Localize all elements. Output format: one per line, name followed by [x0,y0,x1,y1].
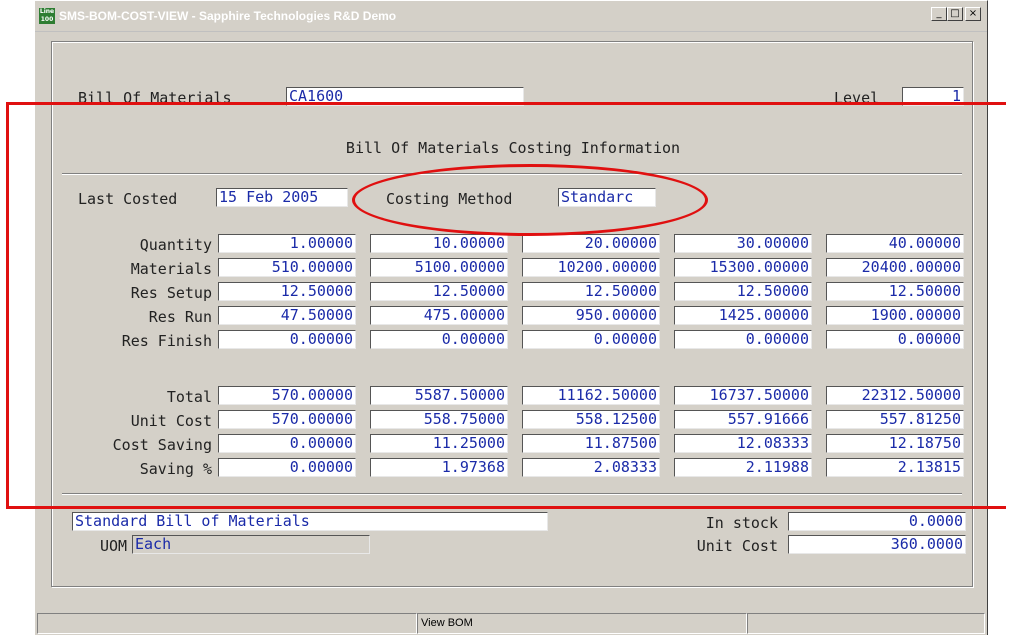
cost-cell: 1900.00000 [826,306,964,325]
costing-method-label: Costing Method [386,190,513,208]
in-stock-label: In stock [705,514,778,532]
section-divider [62,173,962,175]
section-title: Bill Of Materials Costing Information [345,139,681,157]
cost-cell: 557.81250 [826,410,964,429]
footer-divider [62,493,962,495]
cost-cell: 12.50000 [522,282,660,301]
cost-cell: 570.00000 [218,410,356,429]
cost-cell: 12.50000 [218,282,356,301]
cost-cell: 2.11988 [674,458,812,477]
cost-cell: 570.00000 [218,386,356,405]
row-label: Quantity [139,236,212,254]
title-bar[interactable]: Line 100 SMS-BOM-COST-VIEW - Sapphire Te… [35,1,987,32]
cost-cell: 22312.50000 [826,386,964,405]
unit-cost-field: 360.0000 [788,535,966,554]
cost-cell: 20400.00000 [826,258,964,277]
cost-cell: 2.08333 [522,458,660,477]
in-stock-field: 0.0000 [788,512,966,531]
status-left [37,613,417,634]
cost-cell: 0.00000 [522,330,660,349]
row-label: Cost Saving [112,436,212,454]
cost-cell: 12.50000 [370,282,508,301]
cost-cell: 2.13815 [826,458,964,477]
cost-cell: 0.00000 [218,434,356,453]
cost-cell: 11.87500 [522,434,660,453]
cost-cell: 557.91666 [674,410,812,429]
row-label: Res Run [148,308,212,326]
cost-cell: 0.00000 [218,458,356,477]
minimize-button[interactable]: _ [931,7,947,21]
row-label: Total [166,388,212,406]
last-costed-label: Last Costed [78,190,178,208]
cost-cell: 20.00000 [522,234,660,253]
cost-cell: 12.50000 [826,282,964,301]
app-icon[interactable]: Line 100 [39,8,55,24]
cost-cell: 11.25000 [370,434,508,453]
cost-cell: 558.75000 [370,410,508,429]
cost-cell: 510.00000 [218,258,356,277]
window-title: SMS-BOM-COST-VIEW - Sapphire Technologie… [59,9,397,23]
cost-cell: 5100.00000 [370,258,508,277]
cost-cell: 15300.00000 [674,258,812,277]
row-label: Saving % [139,460,212,478]
cost-cell: 10200.00000 [522,258,660,277]
cost-cell: 0.00000 [218,330,356,349]
cost-cell: 16737.50000 [674,386,812,405]
level-input[interactable]: 1 [902,87,964,106]
cost-cell: 10.00000 [370,234,508,253]
cost-cell: 1.97368 [370,458,508,477]
cost-cell: 1425.00000 [674,306,812,325]
status-right [747,613,985,634]
row-label: Res Finish [121,332,212,350]
app-window: Line 100 SMS-BOM-COST-VIEW - Sapphire Te… [34,0,988,635]
cost-cell: 0.00000 [370,330,508,349]
close-button[interactable]: × [965,7,981,21]
costing-method-input[interactable]: Standarc [558,188,656,207]
main-panel: Bill Of Materials CA1600 Level 1 Bill Of… [51,41,973,587]
cost-cell[interactable]: 1.00000 [218,234,356,253]
cost-cell: 11162.50000 [522,386,660,405]
unit-cost-label: Unit Cost [696,537,778,555]
cost-cell: 47.50000 [218,306,356,325]
level-label: Level [834,89,880,107]
row-label: Unit Cost [130,412,212,430]
bom-input[interactable]: CA1600 [286,87,524,106]
status-center: View BOM [417,613,747,634]
cost-cell: 558.12500 [522,410,660,429]
cost-cell: 0.00000 [674,330,812,349]
uom-label: UOM [100,537,128,555]
cost-cell: 12.50000 [674,282,812,301]
cost-cell: 0.00000 [826,330,964,349]
cost-cell: 475.00000 [370,306,508,325]
row-label: Materials [130,260,212,278]
row-label: Res Setup [130,284,212,302]
cost-cell: 950.00000 [522,306,660,325]
cost-cell: 12.08333 [674,434,812,453]
bom-description-input[interactable]: Standard Bill of Materials [72,512,548,531]
cost-cell: 30.00000 [674,234,812,253]
maximize-button[interactable]: □ [947,7,963,21]
uom-field: Each [132,535,370,554]
cost-cell: 12.18750 [826,434,964,453]
last-costed-input[interactable]: 15 Feb 2005 [216,188,348,207]
cost-cell: 5587.50000 [370,386,508,405]
status-bar: View BOM [35,613,987,636]
cost-cell: 40.00000 [826,234,964,253]
bom-label: Bill Of Materials [78,89,232,107]
